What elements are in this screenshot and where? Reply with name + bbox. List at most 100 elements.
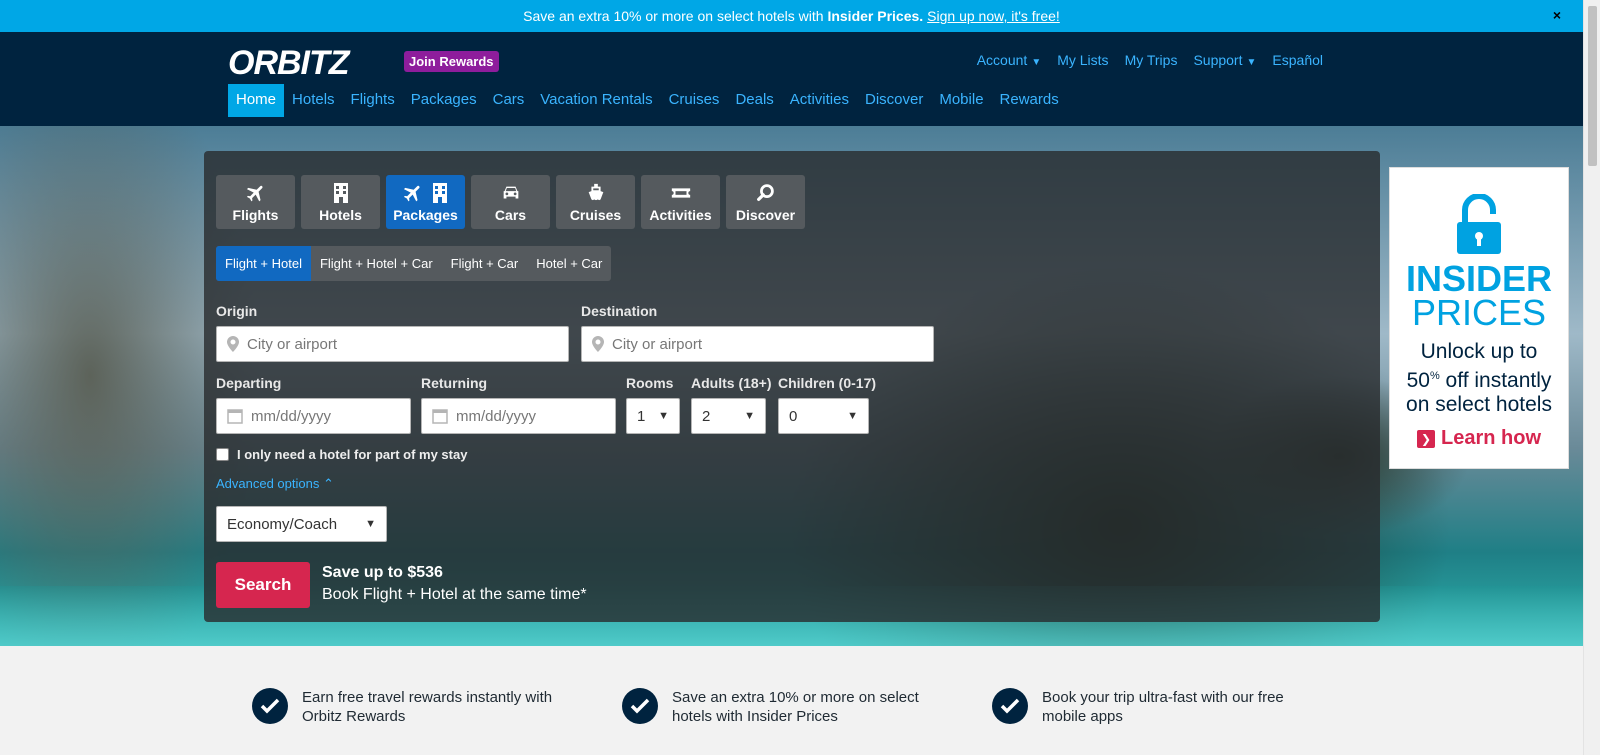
nav-mobile[interactable]: Mobile xyxy=(931,84,991,117)
tab-label: Hotels xyxy=(319,207,362,223)
chevron-down-icon: ▼ xyxy=(658,410,669,422)
building-icon xyxy=(432,183,447,203)
cabin-class-value: Economy/Coach xyxy=(227,515,338,533)
partial-stay-checkbox[interactable] xyxy=(216,448,229,461)
chevron-down-icon: ▼ xyxy=(1246,57,1257,68)
subtab-hotel-car[interactable]: Hotel + Car xyxy=(527,246,611,281)
scrollbar-thumb[interactable] xyxy=(1588,6,1597,166)
cabin-class-select[interactable]: Economy/Coach ▼ xyxy=(216,506,387,542)
search-type-tabs: Flights Hotels Packages Cars Cruises Act… xyxy=(216,175,805,229)
departing-placeholder: mm/dd/yyyy xyxy=(251,407,332,425)
ad-line-1: Unlock up to xyxy=(1420,340,1538,363)
nav-discover[interactable]: Discover xyxy=(857,84,931,117)
close-icon[interactable]: × xyxy=(1553,7,1561,23)
tab-activities[interactable]: Activities xyxy=(641,175,720,229)
nav-rewards[interactable]: Rewards xyxy=(992,84,1067,117)
search-button[interactable]: Search xyxy=(216,562,310,608)
ticket-icon xyxy=(671,188,690,198)
benefit-text: Earn free travel rewards instantly with … xyxy=(302,689,553,725)
util-my-lists[interactable]: My Lists xyxy=(1057,52,1108,68)
nav-packages[interactable]: Packages xyxy=(403,84,485,117)
page-scrollbar[interactable] xyxy=(1583,0,1600,755)
savings-subtitle: Book Flight + Hotel at the same time* xyxy=(322,586,587,603)
tab-cruises[interactable]: Cruises xyxy=(556,175,635,229)
orbitz-logo[interactable]: ORBITZ xyxy=(228,44,388,82)
nav-cars[interactable]: Cars xyxy=(485,84,533,117)
subtab-flight-hotel-car[interactable]: Flight + Hotel + Car xyxy=(311,246,442,281)
map-pin-icon xyxy=(227,336,239,352)
checkmark-icon xyxy=(252,688,288,724)
promo-signup-link[interactable]: Sign up now, it's free! xyxy=(927,8,1060,24)
advanced-options-link[interactable]: Advanced options ⌃ xyxy=(216,476,334,492)
chevron-down-icon: ▼ xyxy=(365,518,376,530)
chevron-down-icon: ▼ xyxy=(847,410,858,422)
tab-discover[interactable]: Discover xyxy=(726,175,805,229)
checkmark-icon xyxy=(622,688,658,724)
origin-placeholder: City or airport xyxy=(247,335,338,353)
tab-label: Packages xyxy=(393,207,458,223)
ad-title-2: PRICES xyxy=(1411,292,1547,333)
benefit-text: Book your trip ultra-fast with our free … xyxy=(1042,689,1284,725)
main-nav: Home Hotels Flights Packages Cars Vacati… xyxy=(228,84,1067,117)
svg-text:ORBITZ: ORBITZ xyxy=(228,44,351,78)
site-header: ORBITZ Join Rewards Account ▼ My Lists My… xyxy=(0,32,1583,126)
tab-label: Flights xyxy=(232,207,279,223)
utility-nav: Account ▼ My Lists My Trips Support ▼ Espa… xyxy=(977,52,1323,68)
magnifier-icon xyxy=(756,184,774,202)
departing-input[interactable]: mm/dd/yyyy xyxy=(216,398,411,434)
util-my-trips[interactable]: My Trips xyxy=(1125,52,1178,68)
promo-text: Save an extra 10% or more on select hote… xyxy=(523,8,824,24)
returning-placeholder: mm/dd/yyyy xyxy=(456,407,537,425)
tab-flights[interactable]: Flights xyxy=(216,175,295,229)
rooms-select[interactable]: 1 ▼ xyxy=(626,398,680,434)
tab-cars[interactable]: Cars xyxy=(471,175,550,229)
nav-hotels[interactable]: Hotels xyxy=(284,84,343,117)
car-icon xyxy=(503,186,518,199)
chevron-down-icon: ▼ xyxy=(744,410,755,422)
map-pin-icon xyxy=(592,336,604,352)
rooms-label: Rooms xyxy=(626,375,674,391)
learn-how-link[interactable]: ❯ Learn how xyxy=(1390,427,1568,450)
tab-label: Activities xyxy=(649,207,712,223)
origin-input[interactable]: City or airport xyxy=(216,326,569,362)
destination-placeholder: City or airport xyxy=(612,335,703,353)
benefit-item: Save an extra 10% or more on select hote… xyxy=(622,688,942,726)
subtab-flight-hotel[interactable]: Flight + Hotel xyxy=(216,246,311,281)
benefit-text: Save an extra 10% or more on select hote… xyxy=(672,689,919,725)
children-value: 0 xyxy=(789,407,798,425)
children-label: Children (0-17) xyxy=(778,375,877,391)
adults-label: Adults (18+) xyxy=(691,375,772,391)
util-account[interactable]: Account ▼ xyxy=(977,52,1042,68)
calendar-icon xyxy=(227,409,243,424)
chevron-down-icon: ▼ xyxy=(1031,57,1042,68)
promo-bold: Insider Prices. xyxy=(827,8,924,24)
destination-input[interactable]: City or airport xyxy=(581,326,934,362)
nav-cruises[interactable]: Cruises xyxy=(661,84,728,117)
ad-line-2: 50% off instantly xyxy=(1406,369,1552,392)
tab-hotels[interactable]: Hotels xyxy=(301,175,380,229)
search-panel: Flights Hotels Packages Cars Cruises Act… xyxy=(204,151,1380,622)
building-icon xyxy=(333,183,348,203)
nav-activities[interactable]: Activities xyxy=(782,84,857,117)
util-espanol[interactable]: Español xyxy=(1272,52,1323,68)
ad-title-1: INSIDER xyxy=(1405,258,1553,299)
nav-deals[interactable]: Deals xyxy=(727,84,781,117)
subtab-flight-car[interactable]: Flight + Car xyxy=(442,246,528,281)
util-support[interactable]: Support ▼ xyxy=(1193,52,1256,68)
returning-input[interactable]: mm/dd/yyyy xyxy=(421,398,616,434)
tab-label: Discover xyxy=(735,207,796,223)
nav-vacation-rentals[interactable]: Vacation Rentals xyxy=(532,84,660,117)
nav-flights[interactable]: Flights xyxy=(343,84,403,117)
tab-label: Cars xyxy=(494,207,527,223)
join-rewards-badge[interactable]: Join Rewards xyxy=(404,51,499,72)
adults-value: 2 xyxy=(702,407,711,425)
adults-select[interactable]: 2 ▼ xyxy=(691,398,766,434)
tab-packages[interactable]: Packages xyxy=(386,175,465,229)
insider-prices-ad[interactable]: INSIDER PRICES Unlock up to 50% off inst… xyxy=(1389,167,1569,469)
children-select[interactable]: 0 ▼ xyxy=(778,398,869,434)
plane-icon xyxy=(246,185,263,202)
returning-label: Returning xyxy=(421,375,488,391)
benefit-item: Earn free travel rewards instantly with … xyxy=(252,688,572,726)
checkmark-icon xyxy=(992,688,1028,724)
nav-home[interactable]: Home xyxy=(228,84,285,117)
